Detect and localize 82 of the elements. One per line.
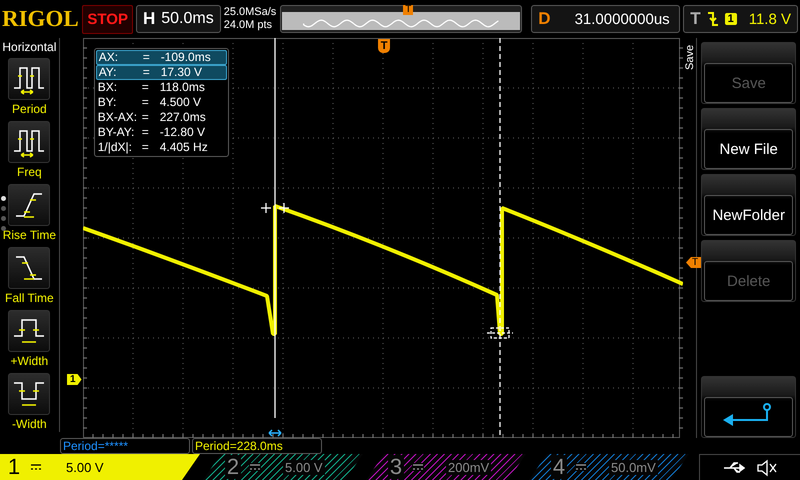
cursor-value: -12.80 V <box>160 125 206 140</box>
channel-scale: 200mV <box>446 460 492 474</box>
trigger-panel[interactable]: T 1 11.8 V <box>683 5 798 33</box>
equals-sign: = <box>142 125 150 140</box>
cursor-label: BY-AY: <box>98 125 136 140</box>
menu-button[interactable]: New File <box>701 108 796 170</box>
measure-label: +Width <box>10 353 48 370</box>
brand-logo: RIGOL <box>2 6 80 32</box>
cursor-value: 4.500 V <box>160 95 202 110</box>
cursor-label: BY: <box>98 95 118 110</box>
cursor-value: 17.30 V <box>160 66 202 79</box>
sidebar-title: Horizontal <box>2 40 56 54</box>
dc-coupling-icon <box>30 463 42 471</box>
channel-tab[interactable]: 1 5.00 V <box>0 454 200 480</box>
speaker-muted-icon <box>756 458 778 476</box>
delay-label: D <box>538 9 551 29</box>
horizontal-label: H <box>142 9 156 29</box>
cursor-label: 1/|dX|: <box>98 140 133 155</box>
cursor-label: AX: <box>98 51 120 64</box>
cursor-value: -109.0ms <box>160 51 211 64</box>
channel-scale: 5.00 V <box>65 460 105 474</box>
measure-label: Freq <box>17 164 42 181</box>
trigger-label: T <box>690 9 701 29</box>
channel-scale: 5.00 V <box>283 460 325 474</box>
timebase-value: 50.0ms <box>161 10 214 28</box>
dc-coupling-icon <box>575 463 587 471</box>
cursor-b-line[interactable] <box>499 38 500 438</box>
run-state-indicator[interactable]: STOP <box>82 4 133 34</box>
channel-scale: 50.0mV <box>609 460 658 474</box>
cursor-label: BX-AX: <box>98 110 138 125</box>
channel-offset-marker[interactable]: 1 <box>67 374 82 385</box>
trigger-level-marker[interactable]: T <box>686 257 702 268</box>
channel-number: 2 <box>225 455 241 479</box>
measure-button[interactable] <box>8 184 50 226</box>
page-indicator <box>1 196 6 231</box>
menu-title: Save <box>684 44 696 70</box>
cursor-value: 118.0ms <box>160 80 205 95</box>
measure-button[interactable] <box>8 373 50 415</box>
measure-label: Fall Time <box>5 290 54 307</box>
cursor-a-line[interactable] <box>274 38 276 418</box>
dc-coupling-icon <box>412 463 424 471</box>
measure-button[interactable] <box>8 247 50 289</box>
channel-tab[interactable]: 4 50.0mV <box>529 454 689 480</box>
timebase-panel[interactable]: H 50.0ms <box>136 5 221 33</box>
measure-label: Rise Time <box>2 227 56 244</box>
equals-sign: = <box>142 110 150 125</box>
channel-number: 3 <box>388 455 404 479</box>
falling-edge-icon <box>706 11 719 27</box>
menu-button[interactable]: NewFolder <box>701 174 796 236</box>
equals-sign: = <box>142 51 151 64</box>
cursor-label: AY: <box>98 66 118 79</box>
channel-number: 4 <box>551 455 567 479</box>
measure-button[interactable] <box>8 310 50 352</box>
cursor-b-crosshair <box>486 327 513 339</box>
trigger-source-badge: 1 <box>724 13 737 25</box>
channel-tab[interactable]: 2 5.00 V <box>203 454 363 480</box>
delay-panel[interactable]: D 31.0000000us <box>531 5 680 33</box>
usb-icon <box>722 460 748 474</box>
cursor-a-crosshair <box>260 202 290 214</box>
trigger-position-marker[interactable]: T <box>378 39 390 53</box>
sample-rate: 25.0MSa/s <box>224 6 278 19</box>
equals-sign: = <box>142 140 150 155</box>
measure-label: -Width <box>12 416 47 433</box>
equals-sign: = <box>142 95 150 110</box>
equals-sign: = <box>142 66 151 79</box>
back-button[interactable] <box>701 376 796 438</box>
trigger-level: 11.8 V <box>748 10 791 28</box>
measure-button[interactable] <box>8 58 50 100</box>
measurement-result: Period=228.0ms <box>192 438 322 454</box>
measure-label: Period <box>12 101 47 118</box>
delay-value: 31.0000000us <box>574 10 670 28</box>
channel-tab[interactable]: 3 200mV <box>366 454 526 480</box>
equals-sign: = <box>142 80 150 95</box>
cursor-position-arrow <box>268 429 282 437</box>
measurement-result: Period=***** <box>60 438 190 454</box>
trigger-position-marker: T <box>403 5 414 15</box>
measure-button[interactable] <box>8 121 50 163</box>
cursor-value: 227.0ms <box>160 110 206 125</box>
cursor-label: BX: <box>98 80 118 95</box>
cursor-value: 4.405 Hz <box>160 140 208 155</box>
dc-coupling-icon <box>249 463 261 471</box>
memory-depth: 24.0M pts <box>224 19 274 32</box>
